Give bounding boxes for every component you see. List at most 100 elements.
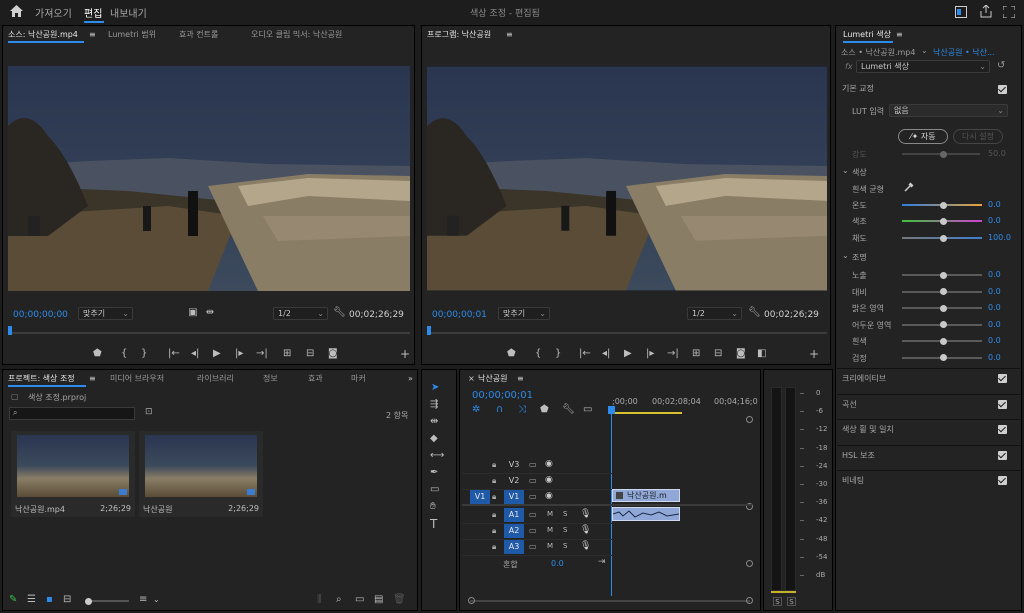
- source-playhead[interactable]: [8, 326, 12, 335]
- saturation-slider[interactable]: [902, 234, 982, 242]
- linked-selection-icon[interactable]: ⤨: [518, 404, 526, 416]
- lumetri-target-link[interactable]: 낙산공원 • 낙산...: [933, 47, 995, 58]
- color-section-chevron-icon[interactable]: ⌄: [842, 166, 849, 175]
- eye-icon[interactable]: ◉: [545, 491, 553, 501]
- lumetri-section-2-checkbox[interactable]: [998, 425, 1007, 434]
- basic-correction-checkbox[interactable]: [998, 85, 1007, 94]
- light-5-knob[interactable]: [940, 354, 947, 361]
- tab-effects[interactable]: 효과: [308, 370, 323, 388]
- tint-slider[interactable]: [902, 217, 982, 225]
- menu-import[interactable]: 가져오기: [35, 5, 72, 20]
- work-area-bar[interactable]: [612, 412, 682, 414]
- add-marker-icon[interactable]: ⬟: [540, 404, 549, 416]
- light-0-slider[interactable]: [902, 271, 982, 279]
- project-search-input[interactable]: ⌕: [9, 407, 135, 420]
- vertical-scroll-bottom[interactable]: [746, 560, 753, 567]
- audio-track-1-label[interactable]: A2: [504, 524, 524, 538]
- lumetri-section-1-checkbox[interactable]: [998, 399, 1007, 409]
- program-quality-dropdown[interactable]: 1/2 ⌄: [687, 307, 742, 320]
- meter-solo-left[interactable]: S: [773, 597, 782, 606]
- program-menu-icon[interactable]: ≡: [506, 26, 513, 44]
- share-icon[interactable]: [980, 5, 992, 18]
- new-bin-button-icon[interactable]: ▭: [355, 594, 364, 606]
- source-menu-icon[interactable]: ≡: [89, 26, 96, 44]
- ripple-edit-tool-icon[interactable]: ⇹: [430, 416, 438, 428]
- vertical-scroll-top[interactable]: [746, 416, 753, 423]
- nest-icon[interactable]: ✲: [472, 404, 480, 416]
- overwrite-icon[interactable]: ⊟: [306, 348, 314, 360]
- source-video-frame[interactable]: [8, 66, 410, 291]
- solo-toggle[interactable]: S: [563, 510, 567, 518]
- saturation-knob[interactable]: [940, 234, 947, 242]
- pencil-icon[interactable]: ✎: [9, 594, 17, 606]
- camera-icon[interactable]: ◙: [736, 348, 746, 360]
- step-forward-icon[interactable]: |▸: [235, 348, 243, 360]
- go-to-out-icon[interactable]: →|: [256, 348, 268, 360]
- audio-track-0-label[interactable]: A1: [504, 508, 524, 522]
- timeline-menu-icon[interactable]: ≡: [517, 370, 524, 388]
- project-item[interactable]: 낙산공원 2;26;29: [139, 431, 263, 517]
- lumetri-section-4-label[interactable]: 비네팅: [842, 475, 864, 486]
- video-track-2-label[interactable]: V1: [504, 490, 524, 504]
- delete-icon[interactable]: 🗑︎: [393, 594, 406, 606]
- mark-in-icon[interactable]: {: [121, 348, 127, 360]
- source-chevron-icon[interactable]: ⌄: [921, 46, 928, 55]
- scroll-right-handle[interactable]: [746, 597, 753, 604]
- go-to-out-icon[interactable]: →|: [667, 348, 679, 360]
- close-icon[interactable]: ×: [468, 370, 475, 388]
- source-scrubber[interactable]: [8, 332, 410, 334]
- wrench-icon[interactable]: 🔧︎: [333, 307, 346, 319]
- eyedropper-icon[interactable]: [904, 182, 914, 192]
- lock-icon[interactable]: 🔒︎: [492, 510, 496, 520]
- source-patch-v1[interactable]: V1: [470, 490, 490, 504]
- solo-toggle[interactable]: S: [563, 526, 567, 534]
- audio-clip[interactable]: [612, 507, 680, 521]
- mark-in-icon[interactable]: {: [535, 348, 541, 360]
- workspace-icon[interactable]: [955, 6, 967, 18]
- automate-icon[interactable]: ⫼: [317, 594, 322, 606]
- light-5-slider[interactable]: [902, 354, 982, 361]
- sync-icon[interactable]: ▭: [529, 460, 537, 469]
- temperature-value[interactable]: 0.0: [988, 200, 1001, 209]
- pen-tool-icon[interactable]: ✒: [430, 467, 438, 479]
- play-icon[interactable]: ▶: [213, 348, 221, 360]
- find-icon[interactable]: ⌕: [336, 594, 342, 606]
- temperature-slider[interactable]: [902, 201, 982, 209]
- lock-icon[interactable]: 🔒︎: [492, 492, 496, 502]
- strength-knob[interactable]: [940, 150, 947, 158]
- timeline-settings-icon[interactable]: 🔧︎: [562, 404, 575, 416]
- source-fit-dropdown[interactable]: 맞추기 ⌄: [78, 307, 133, 320]
- light-4-value[interactable]: 0.0: [988, 336, 1001, 345]
- split-icon[interactable]: ⇹: [203, 307, 217, 319]
- program-timecode[interactable]: 00;00;00;01: [432, 310, 487, 320]
- marker-icon[interactable]: ⬟: [507, 348, 516, 360]
- track-select-tool-icon[interactable]: ⇶: [430, 399, 438, 411]
- light-4-slider[interactable]: [902, 337, 982, 345]
- sync-icon[interactable]: ▭: [529, 542, 537, 551]
- tab-libraries[interactable]: 라이브러리: [197, 370, 234, 388]
- lumetri-menu-icon[interactable]: ≡: [896, 26, 903, 44]
- source-timecode[interactable]: 00;00;00;00: [13, 310, 68, 320]
- sync-icon[interactable]: ▭: [529, 492, 537, 501]
- sync-icon[interactable]: ▭: [529, 510, 537, 519]
- tab-media-browser[interactable]: 미디어 브라우저: [110, 370, 164, 388]
- strength-slider[interactable]: [902, 150, 980, 158]
- tab-program[interactable]: 프로그램: 낙산공원: [427, 26, 491, 44]
- master-value[interactable]: 0.0: [551, 559, 564, 568]
- mic-icon[interactable]: 🎙︎: [580, 509, 591, 519]
- program-video-frame[interactable]: [427, 66, 827, 291]
- audio-track-2-label[interactable]: A3: [504, 540, 524, 554]
- timeline-timecode[interactable]: 00;00;00;01: [472, 390, 533, 401]
- icon-view-icon[interactable]: ▪: [46, 594, 53, 606]
- source-quality-dropdown[interactable]: 1/2 ⌄: [273, 307, 328, 320]
- selection-tool-icon[interactable]: ➤: [431, 382, 439, 394]
- reset-effect-icon[interactable]: ↺: [997, 60, 1005, 71]
- mute-toggle[interactable]: M: [547, 526, 553, 534]
- tint-knob[interactable]: [940, 217, 947, 225]
- slip-tool-icon[interactable]: ⟷: [430, 450, 444, 462]
- wrench-icon[interactable]: 🔧︎: [748, 307, 761, 319]
- sort-chevron-icon[interactable]: ⌄: [153, 594, 160, 606]
- master-end-icon[interactable]: ⇥: [598, 557, 606, 567]
- lumetri-section-0-checkbox[interactable]: [998, 374, 1007, 383]
- menu-export[interactable]: 내보내기: [110, 5, 147, 20]
